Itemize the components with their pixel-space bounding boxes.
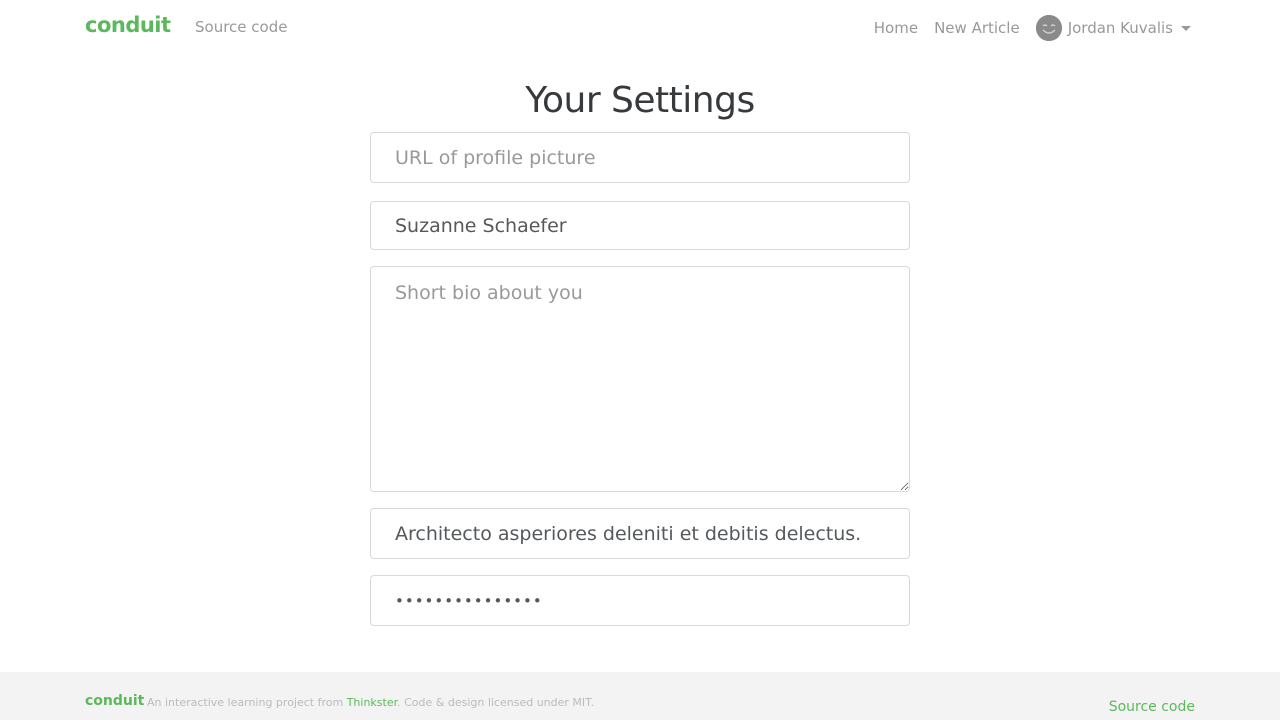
- nav-source-code-link[interactable]: Source code: [195, 18, 287, 36]
- top-navbar: conduit Source code Home New Article Jor…: [0, 0, 1280, 56]
- nav-home-link[interactable]: Home: [874, 14, 918, 42]
- footer-source-code-link[interactable]: Source code: [1109, 699, 1195, 715]
- nav-new-article-link[interactable]: New Article: [934, 14, 1020, 42]
- page-footer: conduit An interactive learning project …: [0, 672, 1280, 720]
- user-name-label: Jordan Kuvalis: [1067, 19, 1173, 37]
- smiley-avatar-icon: [1035, 15, 1062, 41]
- profile-picture-url-input[interactable]: [370, 132, 910, 183]
- bio-textarea[interactable]: [370, 266, 910, 492]
- footer-text-prefix: An interactive learning project from: [147, 696, 347, 709]
- brand-logo-link[interactable]: conduit: [85, 13, 171, 37]
- user-menu-dropdown[interactable]: Jordan Kuvalis: [1035, 14, 1191, 42]
- email-input[interactable]: [370, 508, 910, 559]
- thinkster-link[interactable]: Thinkster: [347, 696, 397, 709]
- footer-text-suffix: . Code & design licensed under MIT.: [397, 696, 595, 709]
- username-input[interactable]: [370, 201, 910, 250]
- nav-right-group: Home New Article Jordan Kuvalis: [874, 14, 1191, 42]
- caret-down-icon: [1181, 25, 1191, 31]
- footer-brand-link[interactable]: conduit: [85, 693, 144, 709]
- page-title: Your Settings: [525, 80, 755, 121]
- footer-attribution: An interactive learning project from Thi…: [147, 696, 594, 709]
- password-input[interactable]: [370, 575, 910, 626]
